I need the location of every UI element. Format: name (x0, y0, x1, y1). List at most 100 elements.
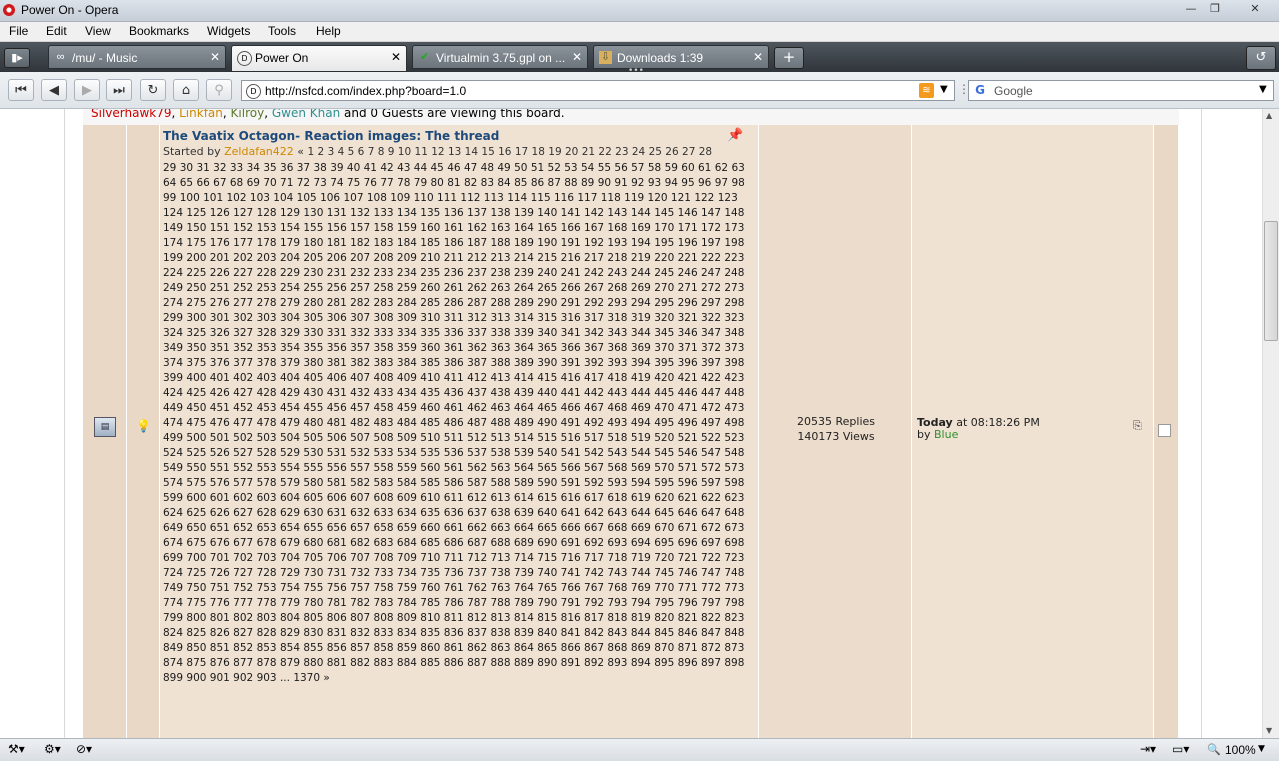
page-link[interactable]: 97 (715, 177, 728, 189)
page-link[interactable]: 67 (213, 177, 226, 189)
page-link[interactable]: 114 (507, 192, 527, 204)
page-link[interactable]: 629 (280, 507, 300, 519)
page-link[interactable]: 387 (467, 357, 487, 369)
page-link[interactable]: 602 (233, 492, 253, 504)
page-link[interactable]: 490 (537, 417, 557, 429)
page-link[interactable]: 793 (607, 597, 627, 609)
page-link[interactable]: 3 (328, 146, 335, 158)
page-link[interactable]: 556 (327, 462, 347, 474)
page-link[interactable]: 269 (631, 282, 651, 294)
page-link[interactable]: 511 (444, 432, 464, 444)
page-link[interactable]: 56 (614, 162, 627, 174)
page-link[interactable]: 608 (374, 492, 394, 504)
page-link[interactable]: 505 (303, 432, 323, 444)
page-link[interactable]: 713 (490, 552, 510, 564)
page-link[interactable]: 512 (467, 432, 487, 444)
page-link[interactable]: 88 (564, 177, 577, 189)
page-link[interactable]: 560 (420, 462, 440, 474)
page-link[interactable]: 226 (210, 267, 230, 279)
page-link[interactable]: 90 (598, 177, 611, 189)
page-link[interactable]: 524 (163, 447, 183, 459)
page-link[interactable]: 611 (444, 492, 464, 504)
page-link[interactable]: 723 (724, 552, 744, 564)
page-link[interactable]: 659 (397, 522, 417, 534)
page-link[interactable]: 200 (186, 252, 206, 264)
page-link[interactable]: 581 (327, 477, 347, 489)
page-link[interactable]: 535 (420, 447, 440, 459)
page-link[interactable]: 390 (537, 357, 557, 369)
page-link[interactable]: 1 (308, 146, 315, 158)
page-link[interactable]: 714 (514, 552, 534, 564)
page-link[interactable]: 833 (374, 627, 394, 639)
page-link[interactable]: 623 (724, 492, 744, 504)
page-link[interactable]: 802 (233, 612, 253, 624)
page-link[interactable]: 552 (233, 462, 253, 474)
page-link[interactable]: 123 (718, 192, 738, 204)
page-link[interactable]: 471 (678, 402, 698, 414)
page-link[interactable]: 63 (731, 162, 744, 174)
page-link[interactable]: 718 (607, 552, 627, 564)
page-link[interactable]: 823 (724, 612, 744, 624)
page-link[interactable]: 800 (186, 612, 206, 624)
page-link[interactable]: 15 (481, 146, 494, 158)
page-link[interactable]: 447 (701, 387, 721, 399)
page-link[interactable]: 863 (490, 642, 510, 654)
page-link[interactable]: 313 (490, 312, 510, 324)
page-link[interactable]: 296 (678, 297, 698, 309)
page-link[interactable]: 106 (320, 192, 340, 204)
page-link[interactable]: 231 (327, 267, 347, 279)
page-link[interactable]: 473 (724, 402, 744, 414)
page-link[interactable]: 243 (607, 267, 627, 279)
page-link[interactable]: 16 (498, 146, 511, 158)
page-link[interactable]: 434 (397, 387, 417, 399)
page-link[interactable]: 350 (186, 342, 206, 354)
page-link[interactable]: 784 (397, 597, 417, 609)
page-link[interactable]: 440 (537, 387, 557, 399)
page-link[interactable]: 486 (444, 417, 464, 429)
page-link[interactable]: 297 (701, 297, 721, 309)
page-link[interactable]: 480 (303, 417, 323, 429)
page-link[interactable]: 754 (280, 582, 300, 594)
page-link[interactable]: 445 (654, 387, 674, 399)
page-link[interactable]: 774 (163, 597, 183, 609)
page-link[interactable]: 65 (180, 177, 193, 189)
page-link[interactable]: 177 (233, 237, 253, 249)
page-link[interactable]: 384 (397, 357, 417, 369)
page-link[interactable]: 246 (678, 267, 698, 279)
page-link[interactable]: 630 (303, 507, 323, 519)
page-link[interactable]: 376 (210, 357, 230, 369)
page-link[interactable]: 794 (631, 597, 651, 609)
page-link[interactable]: 185 (420, 237, 440, 249)
page-link[interactable]: 36 (280, 162, 293, 174)
page-link[interactable]: 880 (303, 657, 323, 669)
wand-icon[interactable]: ⚲ (206, 79, 232, 101)
page-link[interactable]: 256 (327, 282, 347, 294)
page-link[interactable]: 661 (444, 522, 464, 534)
page-link[interactable]: 735 (420, 567, 440, 579)
page-link[interactable]: 873 (724, 642, 744, 654)
page-link[interactable]: 81 (447, 177, 460, 189)
page-link[interactable]: 879 (280, 657, 300, 669)
page-link[interactable]: 308 (374, 312, 394, 324)
page-link[interactable]: 377 (233, 357, 253, 369)
page-link[interactable]: 650 (186, 522, 206, 534)
page-link[interactable]: 742 (584, 567, 604, 579)
page-link[interactable]: 145 (654, 207, 674, 219)
page-link[interactable]: 593 (607, 477, 627, 489)
page-link[interactable]: 840 (537, 627, 557, 639)
page-link[interactable]: 175 (186, 237, 206, 249)
page-link[interactable]: 648 (724, 507, 744, 519)
page-link[interactable]: 371 (678, 342, 698, 354)
page-link[interactable]: 126 (210, 207, 230, 219)
page-link[interactable]: 513 (490, 432, 510, 444)
page-link[interactable]: 896 (678, 657, 698, 669)
page-link[interactable]: 892 (584, 657, 604, 669)
page-link[interactable]: 157 (350, 222, 370, 234)
page-link[interactable]: 687 (467, 537, 487, 549)
page-link[interactable]: 404 (280, 372, 300, 384)
page-link[interactable]: 895 (654, 657, 674, 669)
chevron-down-icon[interactable]: ▼ (1258, 744, 1265, 754)
home-icon[interactable]: ⌂ (173, 79, 199, 101)
page-link[interactable]: 66 (196, 177, 209, 189)
page-link[interactable]: 633 (374, 507, 394, 519)
